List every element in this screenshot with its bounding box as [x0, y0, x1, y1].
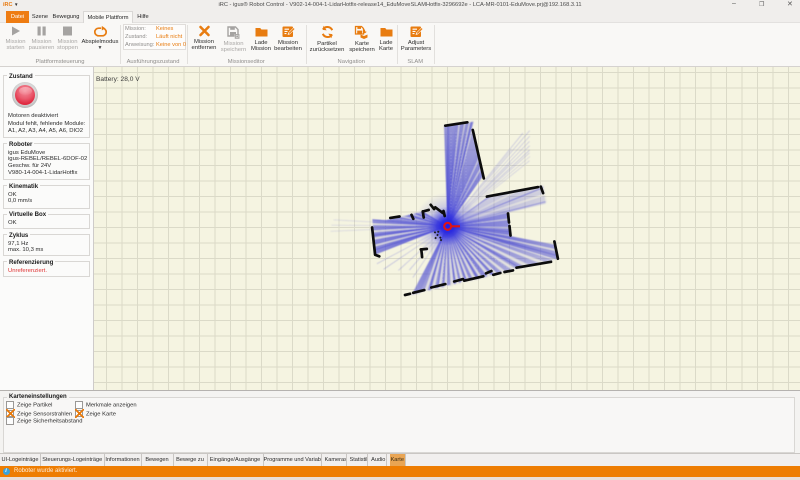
- svg-text:Battery: 28,0 V: Battery: 28,0 V: [96, 76, 140, 83]
